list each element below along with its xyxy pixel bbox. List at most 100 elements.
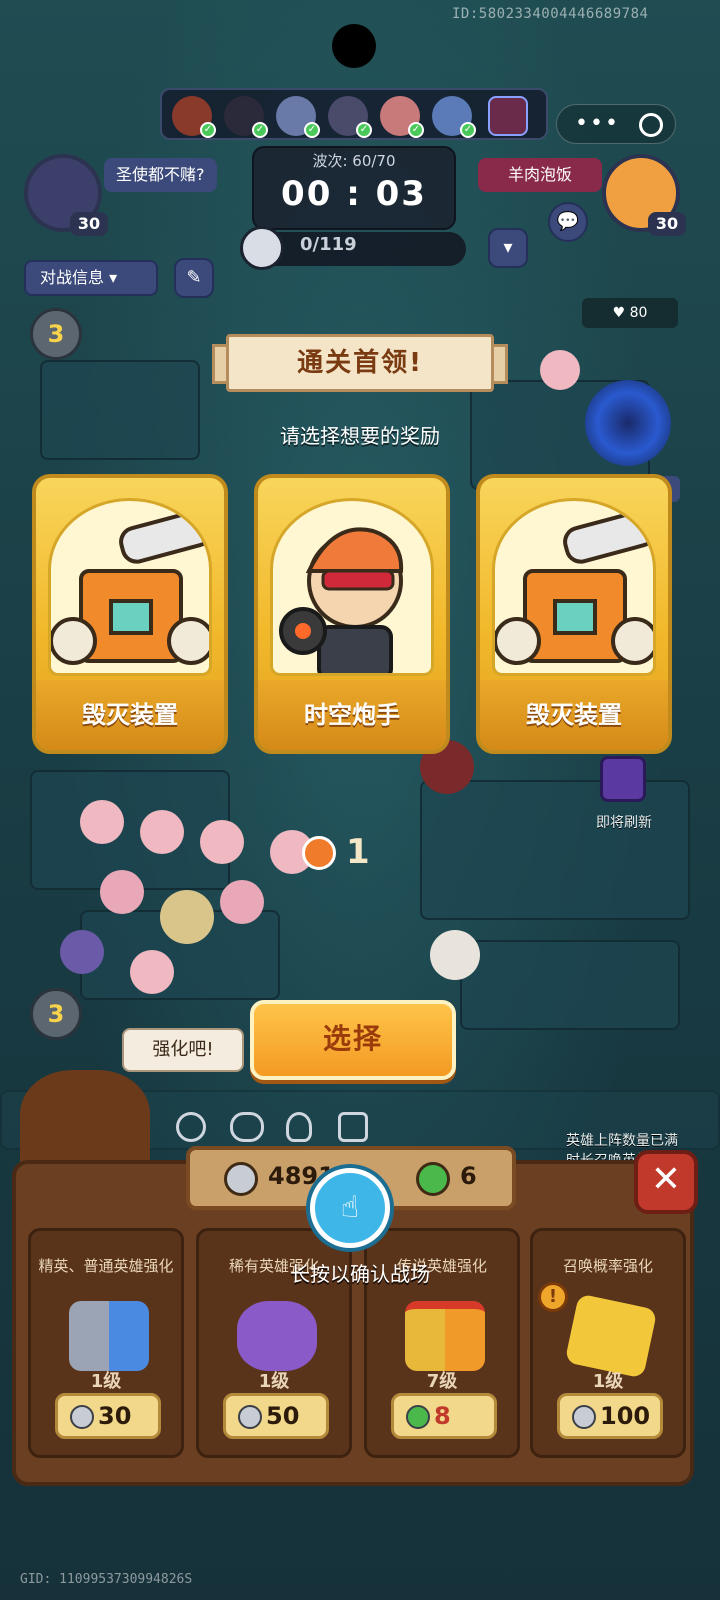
more-dots-icon[interactable]: ••• [575, 111, 620, 136]
reward-subtitle: 请选择想要的奖励 [280, 424, 440, 448]
player-id: ID:5802334004446689784 [452, 6, 649, 22]
check-icon: ✓ [252, 122, 268, 138]
reward-card-1[interactable]: 毁灭装置 [32, 474, 228, 754]
clover-coin-icon [416, 1162, 450, 1196]
check-icon: ✓ [200, 122, 216, 138]
select-countdown: 1 [346, 832, 370, 872]
hearts-value: 80 [629, 305, 648, 321]
silver-coin-icon [70, 1405, 94, 1429]
upgrade-level: 1级 [90, 1371, 122, 1392]
purple-shield-icon [237, 1301, 317, 1371]
right-player-avatar[interactable]: 30 [602, 154, 686, 236]
mini-program-capsule: ••• [556, 104, 676, 144]
shield-icon [69, 1301, 149, 1371]
upgrade-title: 精英、普通英雄强化 [38, 1257, 174, 1275]
hand-tap-icon[interactable]: ☝ [310, 1168, 390, 1248]
right-player-level: 30 [648, 212, 686, 236]
robot-hero-icon: ✓ [328, 96, 372, 138]
upgrade-cost: 8 [434, 1402, 451, 1430]
check-icon: ✓ [304, 122, 320, 138]
legend-shield-icon [405, 1301, 485, 1371]
hero-unit [220, 880, 264, 924]
hearts-counter: ♥ 80 [582, 298, 678, 328]
bulb-icon[interactable] [286, 1112, 312, 1142]
upgrade-card-4[interactable]: 召唤概率强化 1级 100 [530, 1228, 686, 1458]
wave-label: 波次: 60/70 [312, 152, 396, 170]
wave-timer: 00 : 03 [281, 174, 427, 214]
check-icon: ✓ [460, 122, 476, 138]
filter-icon[interactable]: ▾ [488, 228, 528, 268]
long-press-hint: 长按以确认战场 [290, 1262, 430, 1286]
heart-icon: ♥ [612, 305, 630, 321]
upgrade-card-1[interactable]: 精英、普通英雄强化 1级 30 [28, 1228, 184, 1458]
chat-icon[interactable]: 💬 [548, 202, 588, 242]
hero-unit [100, 870, 144, 914]
hero-unit [60, 930, 104, 974]
boss-icon [488, 96, 528, 136]
hero-unit [200, 820, 244, 864]
camera-cutout [332, 24, 376, 68]
upgrade-cost: 50 [266, 1402, 300, 1430]
hero-unit [140, 810, 184, 854]
boss-clear-banner: 通关首领! [212, 334, 508, 392]
left-player-level: 30 [70, 212, 108, 236]
reward-card-2[interactable]: 时空炮手 [254, 474, 450, 754]
kill-count: 0/119 [300, 234, 357, 255]
upgrade-cost: 100 [600, 1402, 651, 1430]
left-player-name: 圣使都不赌? [104, 158, 217, 192]
right-player-name: 羊肉泡饭 [478, 158, 602, 192]
check-icon: ✓ [408, 122, 424, 138]
reward-card-name: 时空炮手 [258, 680, 446, 750]
clover-coin-icon [406, 1405, 430, 1429]
record-icon[interactable] [639, 113, 663, 137]
fire-hero-icon: ✓ [172, 96, 216, 138]
sword-icon: ✓ [276, 96, 320, 138]
battle-info-label: 对战信息 [40, 268, 105, 287]
enemy-unit [430, 930, 480, 980]
left-badge-top: 3 [30, 308, 82, 360]
blue-hero-icon: ✓ [432, 96, 476, 138]
hero-unit [80, 800, 124, 844]
reward-card-3[interactable]: 毁灭装置 [476, 474, 672, 754]
upgrade-level: 7级 [426, 1371, 458, 1392]
board-tile [420, 780, 690, 920]
upgrade-level: 1级 [592, 1371, 624, 1392]
banner-title: 通关首领! [226, 334, 494, 392]
board-tile [460, 940, 680, 1030]
left-player-avatar[interactable]: 30 [24, 154, 108, 236]
upgrade-button[interactable]: 30 [55, 1393, 161, 1439]
reward-card-name: 毁灭装置 [36, 680, 224, 750]
notes-icon[interactable]: ✎ [174, 258, 214, 298]
hero-unit [160, 890, 214, 944]
game-id: GID: 1109953730994826S [20, 1572, 193, 1587]
hero-unit [540, 350, 580, 390]
pink-hero-icon: ✓ [380, 96, 424, 138]
stopwatch-icon [302, 836, 336, 870]
upgrade-button[interactable]: 50 [223, 1393, 329, 1439]
battle-info-button[interactable]: 对战信息 ▾ [24, 260, 158, 296]
link-icon[interactable] [230, 1112, 264, 1142]
gem-icon[interactable] [338, 1112, 368, 1142]
destruction-device-art [492, 498, 656, 676]
reward-card-name: 毁灭装置 [480, 680, 668, 750]
left-badge-bottom: 3 [30, 988, 82, 1040]
refresh-label: 即将刷新 [596, 815, 652, 831]
upgrade-button[interactable]: 100 [557, 1393, 663, 1439]
summon-rune-icon [564, 1293, 658, 1379]
wave-panel: 波次: 60/70 00 : 03 [252, 146, 456, 230]
select-button[interactable]: 选择 [250, 1000, 456, 1080]
refresh-portal-icon [600, 756, 646, 802]
upgrade-button[interactable]: 8 [391, 1393, 497, 1439]
upgrade-title: 召唤概率强化 [562, 1257, 653, 1275]
time-gunner-art [270, 498, 434, 676]
skull-icon [240, 226, 284, 270]
clover-amount: 6 [460, 1162, 477, 1190]
alert-icon: ! [538, 1282, 568, 1312]
upgrade-level: 1级 [258, 1371, 290, 1392]
close-button[interactable]: ✕ [634, 1150, 698, 1214]
upgrade-cost: 30 [98, 1402, 132, 1430]
speech-bubble: 强化吧! [122, 1028, 244, 1072]
skill-icon-1[interactable] [176, 1112, 206, 1142]
notice-line1: 英雄上阵数量已满 [566, 1133, 678, 1149]
silver-coin-icon [238, 1405, 262, 1429]
